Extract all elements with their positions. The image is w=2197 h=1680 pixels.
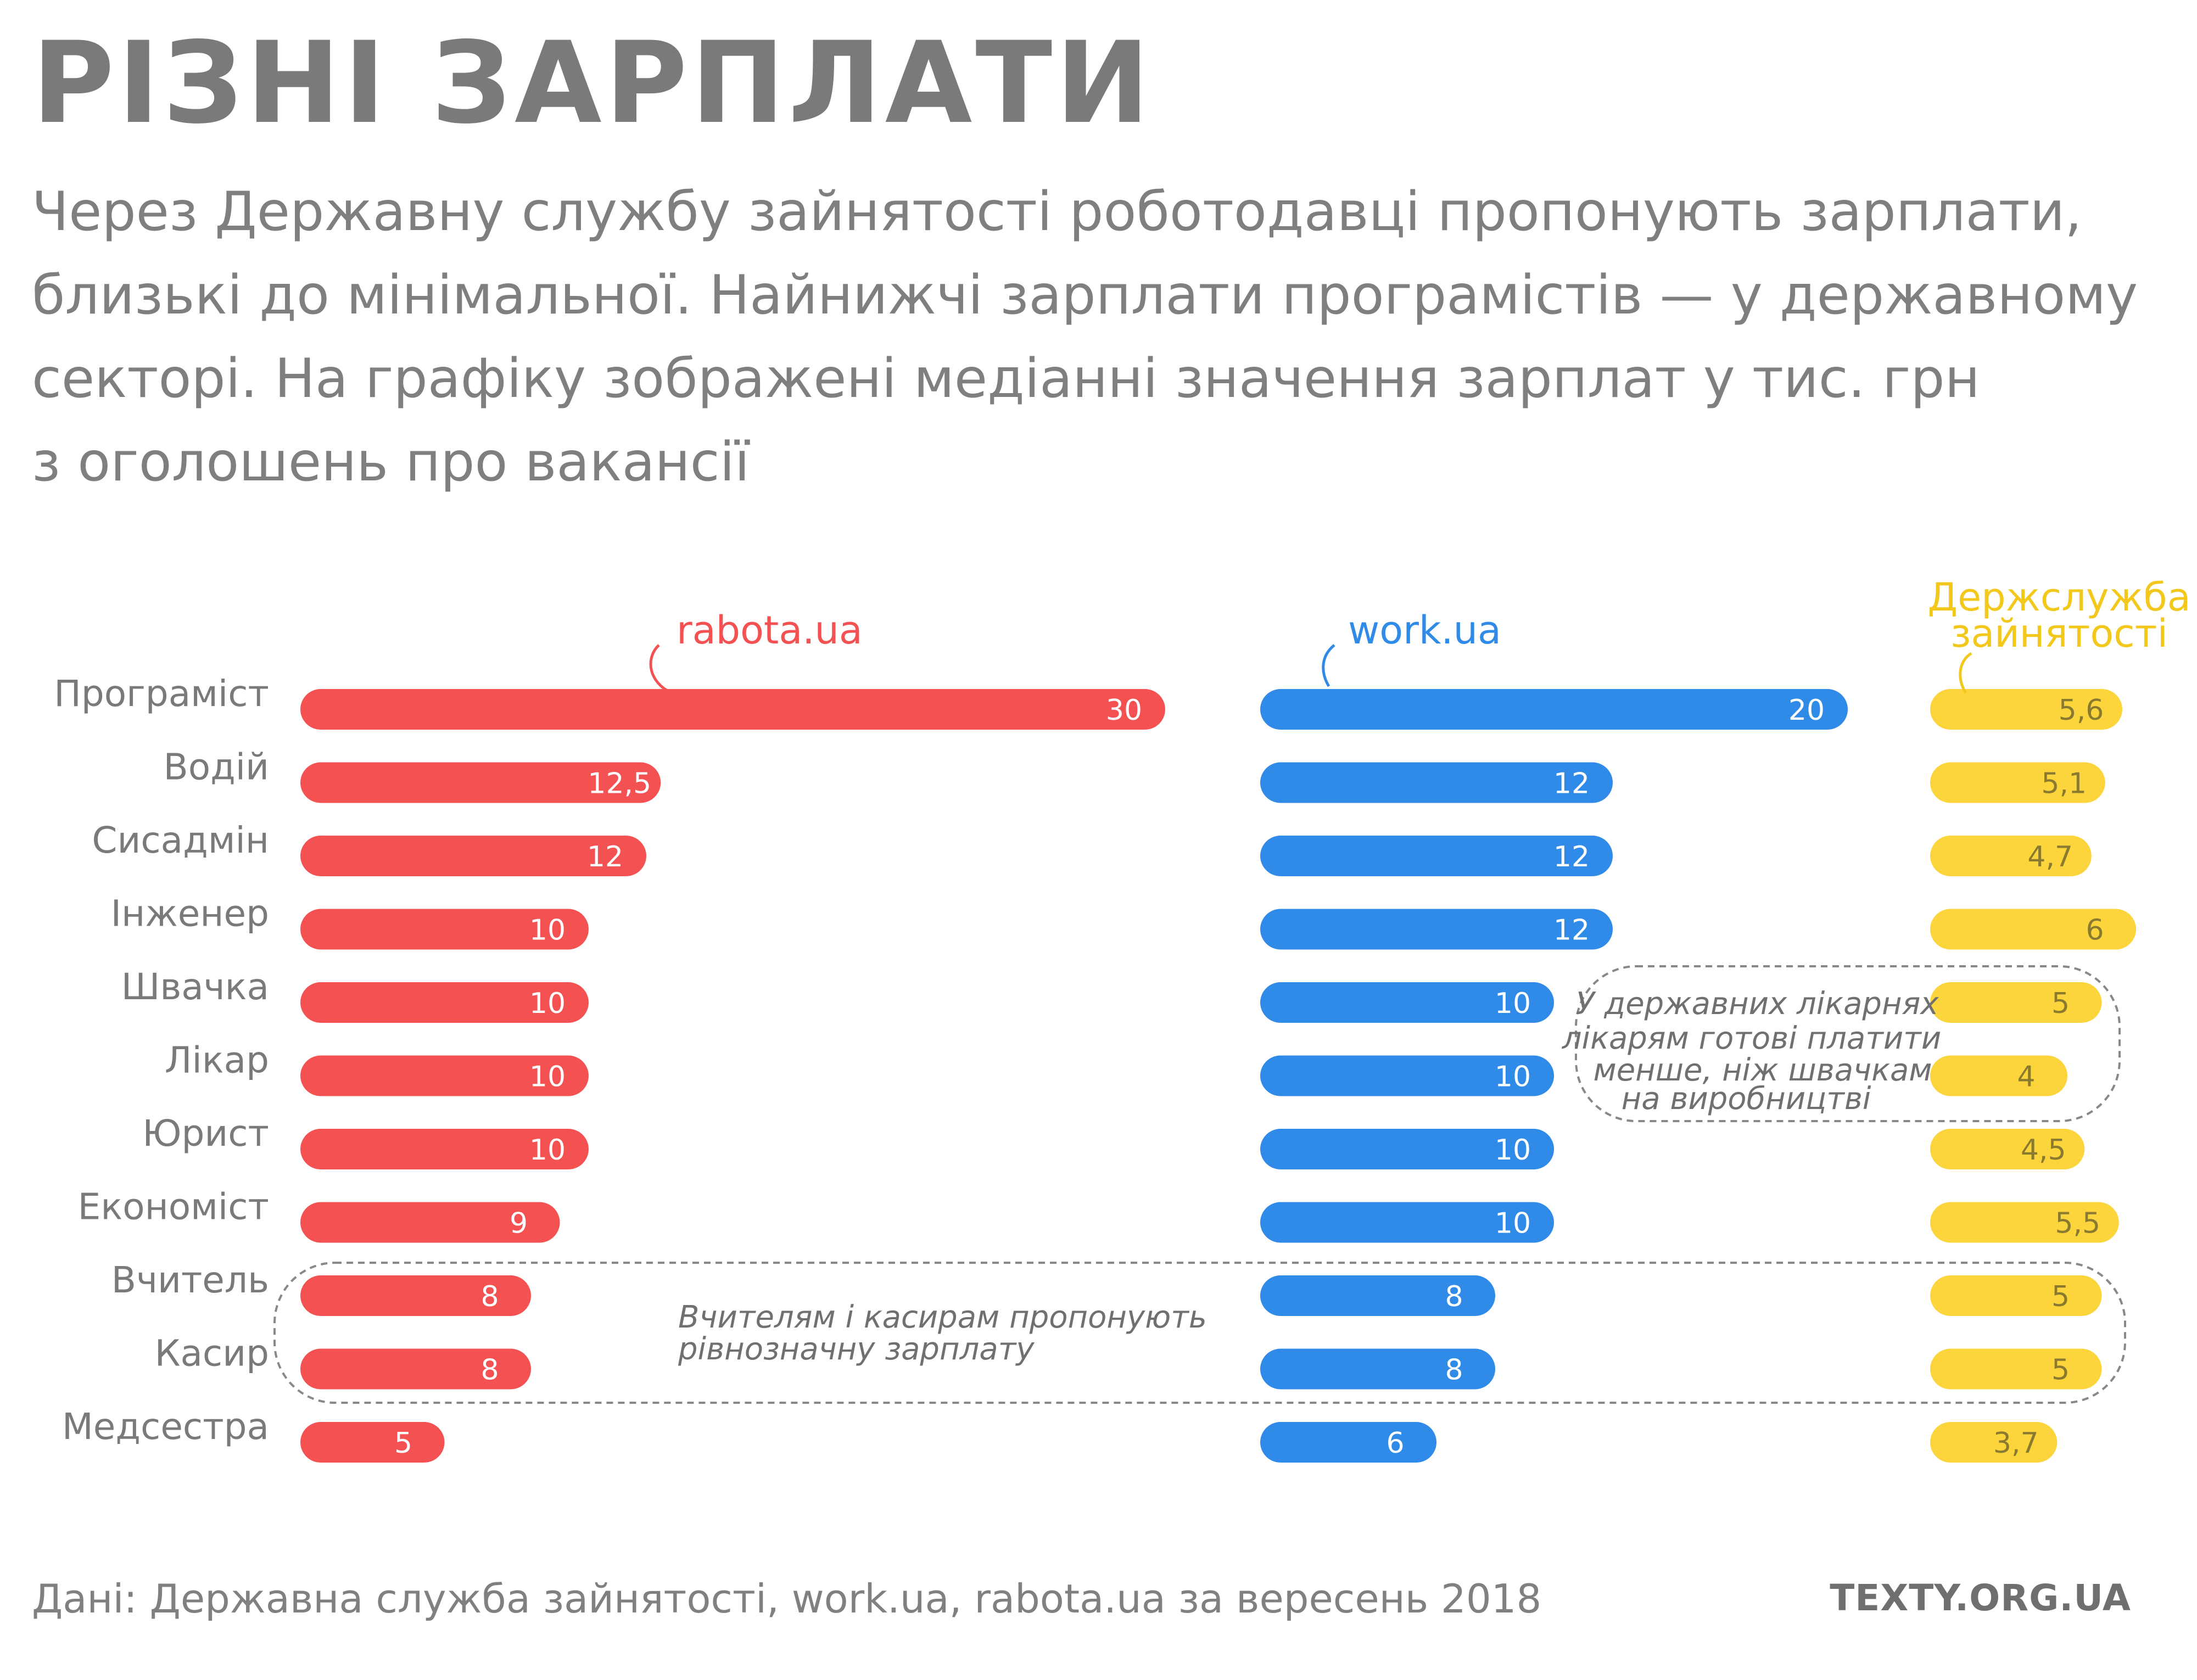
- bar-value-label: 5,1: [2041, 768, 2087, 800]
- salary-bar-chart: Програміст Водій Сисадмін Інженер Швачка Ліка…: [54, 575, 2191, 1463]
- annotation-text: на виробництві: [1622, 1081, 1871, 1117]
- bar-value-label: 12: [1553, 914, 1590, 947]
- bar-value-label: 6: [1386, 1427, 1404, 1460]
- bar-value-label: 5: [2051, 1354, 2070, 1387]
- bar-value-label: 5,5: [2055, 1207, 2100, 1240]
- category-label: Інженер: [111, 893, 269, 935]
- bar-value-label: 12: [587, 841, 623, 873]
- category-label: Сисадмін: [92, 819, 269, 861]
- category-label: Лікар: [165, 1039, 269, 1082]
- annotation-text: лікарям готові платити: [1562, 1021, 1941, 1056]
- data-source: Дані: Державна служба зайнятості, work.u…: [32, 1576, 1542, 1622]
- bar-value-label: 30: [1106, 694, 1142, 727]
- bar-value-label: 12: [1553, 768, 1590, 800]
- bar-value-label: 9: [510, 1207, 528, 1240]
- bar-dsz: [1930, 1275, 2102, 1316]
- bar-value-label: 4,5: [2021, 1134, 2066, 1167]
- bar-value-label: 6: [2086, 914, 2104, 947]
- bar-value-label: 10: [1495, 1061, 1531, 1094]
- bar-value-label: 10: [1495, 1207, 1531, 1240]
- bar-work: [1260, 1422, 1436, 1463]
- category-label: Медсестра: [62, 1405, 269, 1448]
- series-pointer-dsz: [1959, 652, 1972, 694]
- category-label: Водій: [163, 746, 269, 788]
- bar-value-label: 10: [1495, 1134, 1531, 1167]
- series-label-work: work.ua: [1348, 608, 1501, 653]
- annotation-text: У державних лікарнях: [1576, 986, 1939, 1022]
- annotation-text: Вчителям і касирам пропонують: [678, 1300, 1207, 1335]
- bar-value-label: 3,7: [1993, 1427, 2039, 1460]
- category-label: Швачка: [121, 966, 269, 1008]
- category-label: Програміст: [54, 673, 269, 715]
- bar-dsz: [1930, 1348, 2102, 1390]
- bar-value-label: 10: [529, 914, 566, 947]
- bar-value-label: 20: [1788, 694, 1825, 727]
- category-label: Касир: [155, 1332, 269, 1375]
- bar-value-label: 10: [529, 987, 566, 1020]
- bar-dsz: [1930, 982, 2102, 1023]
- bar-value-label: 8: [480, 1354, 499, 1387]
- category-label: Юрист: [142, 1112, 269, 1155]
- brand-logo-text: TEXTY.ORG.UA: [1830, 1577, 2131, 1619]
- bar-value-label: 4: [2017, 1061, 2035, 1094]
- bar-value-label: 5: [394, 1427, 412, 1460]
- category-label: Вчитель: [111, 1259, 269, 1301]
- series-label-dsz: зайнятості: [1950, 611, 2168, 656]
- bar-value-label: 12: [1553, 841, 1590, 873]
- series-pointer-rabota: [649, 644, 668, 692]
- category-label: Економіст: [78, 1186, 269, 1228]
- series-pointer-work: [1322, 644, 1335, 687]
- bar-value-label: 12,5: [588, 768, 651, 800]
- bar-work: [1260, 689, 1848, 730]
- bar-value-label: 8: [1445, 1280, 1463, 1313]
- bar-value-label: 10: [1495, 987, 1531, 1020]
- series-label-rabota: rabota.ua: [677, 608, 863, 653]
- bar-rabota: [300, 689, 1165, 730]
- annotation-text: рівнозначну зарплату: [678, 1331, 1035, 1367]
- bar-value-label: 4,7: [2027, 841, 2073, 873]
- bar-value-label: 5: [2051, 987, 2070, 1020]
- bar-value-label: 8: [480, 1280, 499, 1313]
- bar-value-label: 5,6: [2059, 694, 2104, 727]
- bar-dsz: [1930, 909, 2136, 950]
- bar-dsz: [1930, 1055, 2067, 1096]
- bar-rabota: [300, 1422, 445, 1463]
- bar-value-label: 10: [529, 1061, 566, 1094]
- bar-value-label: 8: [1445, 1354, 1463, 1387]
- bar-value-label: 5: [2051, 1280, 2070, 1313]
- bar-value-label: 10: [529, 1134, 566, 1167]
